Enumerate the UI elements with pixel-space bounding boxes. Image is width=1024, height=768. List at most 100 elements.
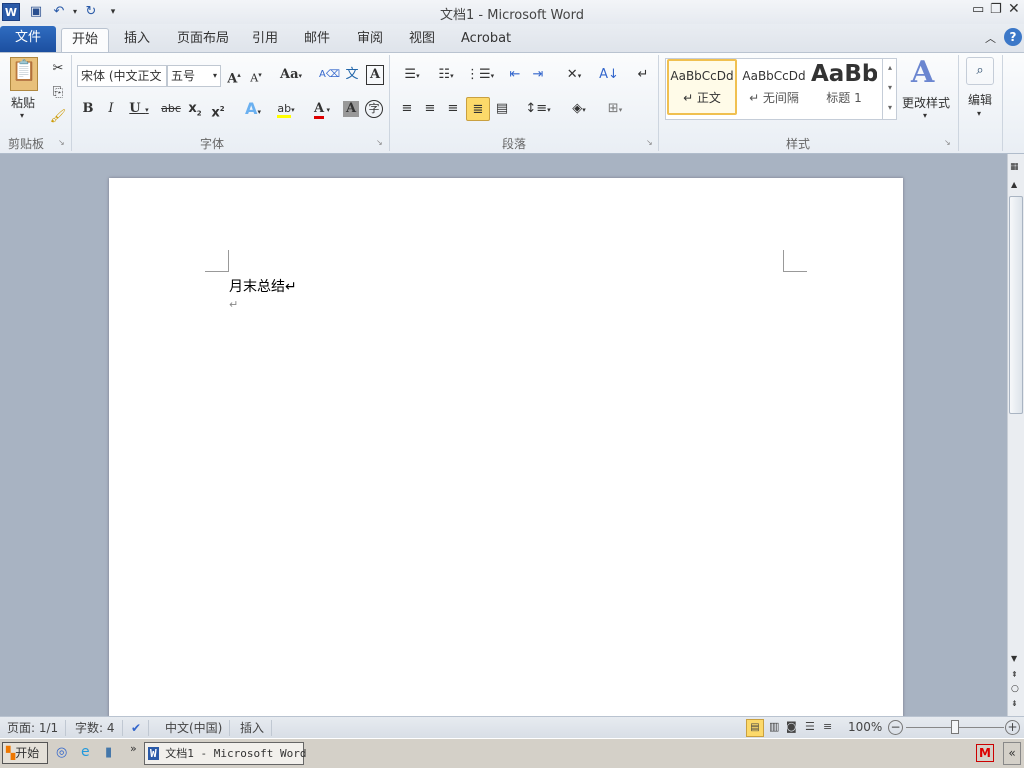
outline-icon[interactable]: ☰ <box>805 720 815 733</box>
vertical-scrollbar[interactable]: ▦ ▲ ▼ ⇞ ○ ⇟ <box>1007 154 1024 716</box>
tray-collapse-icon[interactable]: « <box>1003 742 1021 765</box>
internet-explorer-icon[interactable]: e <box>81 744 90 760</box>
insert-mode[interactable]: 插入 <box>233 720 273 736</box>
scroll-down-icon[interactable]: ▼ <box>1011 654 1017 663</box>
strikethrough-icon[interactable]: abc <box>161 99 181 119</box>
sort-icon[interactable]: A↓ <box>598 65 620 85</box>
zoom-level[interactable]: 100% <box>848 720 882 734</box>
ruler-toggle-icon[interactable]: ▦ <box>1010 162 1019 172</box>
distributed-icon[interactable]: ▤ <box>492 99 512 119</box>
tab-view[interactable]: 视图 <box>399 28 445 52</box>
superscript-icon[interactable]: x2 <box>209 99 227 120</box>
font-color-icon[interactable]: A ▾ <box>307 99 337 119</box>
tab-page-layout[interactable]: 页面布局 <box>167 28 239 52</box>
paste-dropdown-icon[interactable]: ▾ <box>20 111 24 120</box>
align-center-icon[interactable]: ≡ <box>420 99 440 119</box>
line-spacing-icon[interactable]: ↕≡▾ <box>524 99 552 119</box>
clipboard-launcher-icon[interactable]: ↘ <box>58 138 65 147</box>
borders-icon[interactable]: ⊞▾ <box>600 99 630 119</box>
next-page-icon[interactable]: ⇟ <box>1011 699 1018 708</box>
restore-icon[interactable]: ❐ <box>990 2 1002 17</box>
full-screen-reading-icon[interactable]: ▥ <box>769 720 779 733</box>
shading-icon[interactable]: ◈▾ <box>564 99 594 119</box>
highlight-icon[interactable]: ab▾ <box>271 99 301 119</box>
font-size-combo[interactable]: 五号 ▾ <box>167 65 221 87</box>
chinese-layout-icon[interactable]: ✕▾ <box>560 65 588 85</box>
word-count[interactable]: 字数: 4 <box>68 720 123 736</box>
change-styles-icon[interactable]: A <box>911 55 934 90</box>
show-marks-icon[interactable]: ↵ <box>634 65 652 85</box>
multilevel-list-icon[interactable]: ⋮☰▾ <box>466 65 494 85</box>
phonetic-guide-icon[interactable]: 文 <box>342 65 362 85</box>
paragraph-launcher-icon[interactable]: ↘ <box>646 138 653 147</box>
quicklaunch-icon-3[interactable]: ▮ <box>105 745 112 760</box>
collapse-ribbon-icon[interactable]: ︿ <box>985 30 996 46</box>
print-layout-icon[interactable]: ▤ <box>746 719 764 737</box>
quicklaunch-icon-1[interactable]: ◎ <box>56 745 67 760</box>
increase-indent-icon[interactable]: ⇥ <box>528 65 548 85</box>
taskbar-word-window[interactable]: W 文档1 - Microsoft Word <box>144 742 306 765</box>
align-left-icon[interactable]: ≡ <box>397 99 417 119</box>
proofing-icon[interactable]: ✔ <box>124 720 150 736</box>
previous-page-icon[interactable]: ⇞ <box>1011 670 1018 679</box>
bullets-icon[interactable]: ☰▾ <box>398 65 426 85</box>
tab-home[interactable]: 开始 <box>61 28 110 52</box>
character-shading-icon[interactable]: A <box>343 101 359 117</box>
scroll-thumb[interactable] <box>1009 196 1023 414</box>
zoom-in-icon[interactable]: + <box>1005 720 1020 735</box>
subscript-icon[interactable]: x2 <box>186 99 204 119</box>
style-heading-1[interactable]: AaBb 标题 1 <box>811 59 877 115</box>
copy-icon[interactable]: ⎘ <box>48 83 68 103</box>
justify-icon[interactable]: ≣ <box>466 97 490 121</box>
tab-references[interactable]: 引用 <box>242 28 288 52</box>
paste-button[interactable]: 粘贴 <box>11 94 35 111</box>
clear-formatting-icon[interactable]: A⌫ <box>319 65 340 85</box>
editing-dropdown-icon[interactable]: ▾ <box>977 109 981 118</box>
cut-icon[interactable]: ✂ <box>48 59 68 79</box>
font-launcher-icon[interactable]: ↘ <box>376 138 383 147</box>
tray-m-icon[interactable]: M <box>976 744 994 762</box>
enclose-characters-icon[interactable]: 字 <box>365 100 383 118</box>
page-count[interactable]: 页面: 1/1 <box>0 720 67 736</box>
font-name-combo[interactable]: 宋体 (中文正文 <box>77 65 167 87</box>
tab-file[interactable]: 文件 <box>0 26 56 52</box>
italic-icon[interactable]: I <box>103 99 119 119</box>
zoom-slider-thumb[interactable] <box>951 720 959 734</box>
styles-scroll[interactable]: ▴ ▾ ▾ <box>882 58 897 120</box>
scroll-up-icon[interactable]: ▲ <box>1011 180 1017 189</box>
decrease-indent-icon[interactable]: ⇤ <box>505 65 525 85</box>
tab-mailings[interactable]: 邮件 <box>294 28 340 52</box>
close-icon[interactable]: ✕ <box>1008 1 1020 17</box>
grow-font-icon[interactable]: A▴ <box>225 65 243 86</box>
text-effects-icon[interactable]: A▾ <box>240 99 266 119</box>
character-border-icon[interactable]: A <box>366 65 384 85</box>
tab-insert[interactable]: 插入 <box>114 28 160 52</box>
draft-icon[interactable]: ≡ <box>823 720 832 733</box>
more-quicklaunch-icon[interactable]: » <box>130 742 137 755</box>
zoom-out-icon[interactable]: − <box>888 720 903 735</box>
format-painter-icon[interactable]: 🖌 <box>48 107 68 127</box>
start-button[interactable]: ▚开始 <box>2 742 48 764</box>
tab-review[interactable]: 审阅 <box>347 28 393 52</box>
styles-launcher-icon[interactable]: ↘ <box>944 138 951 147</box>
paste-icon[interactable]: 📋 <box>10 57 38 91</box>
change-case-icon[interactable]: Aa▾ <box>279 65 303 85</box>
web-layout-icon[interactable]: ◙ <box>786 720 797 733</box>
editing-button[interactable]: 编辑 <box>968 91 992 108</box>
browse-object-icon[interactable]: ○ <box>1011 684 1019 694</box>
align-right-icon[interactable]: ≡ <box>443 99 463 119</box>
change-styles-button[interactable]: 更改样式 <box>902 94 950 111</box>
style-no-spacing[interactable]: AaBbCcDd ↵ 无间隔 <box>739 59 809 115</box>
underline-icon[interactable]: U ▾ <box>127 99 151 119</box>
document-page[interactable]: 月末总结↵ ↵ <box>109 178 903 718</box>
numbering-icon[interactable]: ☷▾ <box>432 65 460 85</box>
find-binoculars-icon[interactable]: ⌕ <box>966 57 994 85</box>
change-styles-dropdown-icon[interactable]: ▾ <box>923 111 927 120</box>
bold-icon[interactable]: B <box>80 99 96 119</box>
tab-acrobat[interactable]: Acrobat <box>451 28 521 52</box>
shrink-font-icon[interactable]: A▾ <box>247 65 265 85</box>
document-line[interactable]: 月末总结↵ <box>229 276 297 296</box>
style-normal[interactable]: AaBbCcDd ↵ 正文 <box>667 59 737 115</box>
language[interactable]: 中文(中国) <box>158 720 231 736</box>
help-icon[interactable]: ? <box>1004 28 1022 46</box>
